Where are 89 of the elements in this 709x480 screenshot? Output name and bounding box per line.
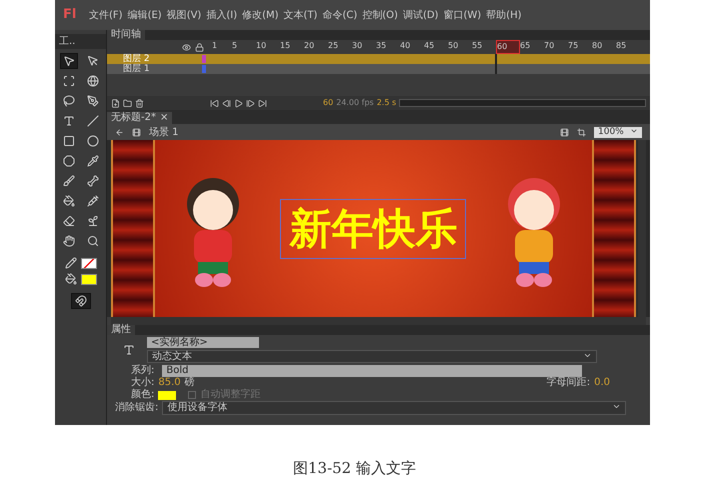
frame-number: 30 <box>352 40 364 52</box>
edit-scene-icon[interactable] <box>560 128 569 136</box>
scene-name: 场景 1 <box>149 126 179 140</box>
stroke-swatch[interactable] <box>80 258 96 268</box>
fill-swatch[interactable] <box>80 274 96 284</box>
menu-item[interactable]: 编辑(E) <box>126 8 163 22</box>
scene-icon <box>132 128 141 136</box>
menu-item[interactable]: 命令(C) <box>321 8 358 22</box>
font-family-field[interactable]: Bold <box>162 365 582 377</box>
frame-rate: 24.00 fps <box>336 97 374 109</box>
visibility-icon[interactable] <box>182 42 191 52</box>
text-type-dropdown[interactable]: 动态文本 <box>147 350 597 363</box>
last-frame-icon[interactable] <box>258 98 267 108</box>
close-button[interactable]: × <box>160 112 168 124</box>
menu-item[interactable]: 窗口(W) <box>442 8 482 22</box>
stage-text: 新年快乐 <box>289 204 458 252</box>
frame-number: 1 <box>212 40 218 52</box>
vertical-scrollbar[interactable] <box>638 140 646 317</box>
frame-number: 50 <box>448 40 460 52</box>
frame-number: 20 <box>304 40 316 52</box>
timeline-scrollbar[interactable] <box>399 99 646 107</box>
field-label: 字母间距: <box>546 377 590 389</box>
frame-number: 60 <box>496 40 520 54</box>
chevron-down-icon[interactable] <box>612 402 621 411</box>
step-back-icon[interactable] <box>222 98 231 108</box>
text-tool-icon <box>123 344 135 356</box>
chevron-down-icon[interactable] <box>583 351 592 360</box>
antialias-dropdown[interactable]: 使用设备字体 <box>162 401 626 415</box>
figure-caption: 图13-52 输入文字 <box>292 458 417 479</box>
snap-button[interactable] <box>70 293 90 309</box>
lock-icon[interactable] <box>195 42 204 52</box>
current-frame: 60 <box>323 97 334 109</box>
layer-name: 图层 2 <box>123 54 150 64</box>
layer-name: 图层 1 <box>123 64 150 74</box>
frame-number: 75 <box>568 40 580 52</box>
frame-number: 25 <box>328 40 340 52</box>
menu-item[interactable]: 修改(M) <box>241 8 280 22</box>
menu-item[interactable]: 帮助(H) <box>485 8 522 22</box>
instance-name-field[interactable]: <实例名称> <box>147 337 259 348</box>
frame-number: 80 <box>592 40 604 52</box>
panel-tab[interactable]: 属性 <box>107 325 135 335</box>
stroke-color-icon[interactable] <box>64 257 76 269</box>
field-label: 颜色: <box>131 389 154 401</box>
clip-icon[interactable] <box>577 128 586 136</box>
letter-spacing-value[interactable]: 0.0 <box>594 377 610 389</box>
frame-number: 10 <box>256 40 268 52</box>
step-forward-icon[interactable] <box>246 98 255 108</box>
zoom-field[interactable]: 100% <box>594 126 642 138</box>
menu-item[interactable]: 插入(I) <box>205 8 238 22</box>
menu-item[interactable]: 文件(F) <box>88 8 124 22</box>
frame-number: 70 <box>544 40 556 52</box>
panel-tab[interactable]: 时间轴 <box>107 30 145 40</box>
text-color-swatch[interactable] <box>158 390 176 400</box>
back-arrow-icon[interactable] <box>115 128 124 136</box>
horizontal-scrollbar[interactable] <box>111 317 646 325</box>
panel-title: 工.. <box>55 34 106 49</box>
checkbox-label: 自动调整字距 <box>200 389 260 401</box>
document-title: 无标题-2* <box>111 112 156 124</box>
app-logo: Fl <box>63 6 78 24</box>
document-tab[interactable]: 无标题-2* × <box>107 112 172 124</box>
play-icon[interactable] <box>234 98 243 108</box>
unit-label: 磅 <box>184 377 195 389</box>
frame-number: 45 <box>424 40 436 52</box>
elapsed-time: 2.5 s <box>376 97 396 109</box>
field-label: 系列: <box>131 365 154 376</box>
fill-color-icon[interactable] <box>64 273 76 285</box>
menu-item[interactable]: 调试(D) <box>402 8 440 22</box>
frame-number: 35 <box>376 40 388 52</box>
auto-kern-checkbox[interactable] <box>188 391 196 399</box>
layer-row[interactable]: 图层 2 <box>107 54 650 64</box>
selection-tool-icon[interactable] <box>60 53 78 69</box>
frame-number: 15 <box>280 40 292 52</box>
folder-icon[interactable] <box>123 98 132 108</box>
text-field[interactable]: 新年快乐 <box>280 198 466 258</box>
font-size-value[interactable]: 85.0 <box>158 377 181 389</box>
first-frame-icon[interactable] <box>210 98 219 108</box>
menu-item[interactable]: 文本(T) <box>282 8 318 22</box>
delete-icon[interactable] <box>135 98 144 108</box>
frame-number: 40 <box>400 40 412 52</box>
frame-number: 65 <box>520 40 532 52</box>
field-label: 消除锯齿: <box>115 402 158 414</box>
field-label: 大小: <box>131 377 154 388</box>
menu-item[interactable]: 视图(V) <box>166 8 202 22</box>
new-layer-icon[interactable] <box>111 98 120 108</box>
frame-number: 5 <box>232 40 238 52</box>
menu-item[interactable]: 控制(O) <box>361 8 399 22</box>
frame-number: 85 <box>616 40 628 52</box>
frame-number: 55 <box>472 40 484 52</box>
layer-row[interactable]: 图层 1 <box>107 64 650 74</box>
